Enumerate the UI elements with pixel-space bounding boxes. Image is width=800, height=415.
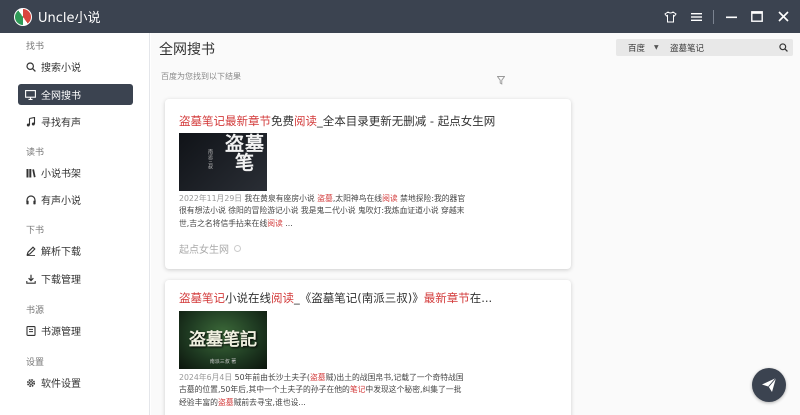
books-icon bbox=[25, 167, 36, 178]
sidebar-item-search-novel[interactable]: 搜索小说 bbox=[18, 56, 133, 77]
menu-icon[interactable] bbox=[683, 0, 709, 33]
result-count-text: 百度为您找到以下结果 bbox=[161, 72, 241, 81]
sidebar-section-find: 找书 bbox=[26, 42, 45, 52]
sidebar-section-source: 书源 bbox=[26, 306, 45, 316]
main-content: 全网搜书 百度 ▼ 盗墓笔记 百度为您找到以下结果 盗墓笔记最新章节免费阅读_全… bbox=[151, 33, 800, 415]
gear-icon bbox=[25, 377, 36, 388]
sidebar-item-source-manager[interactable]: 书源管理 bbox=[18, 320, 133, 341]
sidebar-item-label: 寻找有声 bbox=[41, 118, 81, 129]
sidebar-item-label: 书源管理 bbox=[41, 327, 81, 338]
snippet-highlight: 盗墓 bbox=[217, 397, 234, 407]
cover-title-text: 盗墓笔記 bbox=[189, 330, 257, 350]
snippet-text: ... bbox=[282, 218, 293, 228]
title-text: 在... bbox=[469, 291, 493, 305]
title-highlight: 阅读 bbox=[294, 114, 317, 128]
pen-icon bbox=[25, 245, 36, 256]
result-card[interactable]: 盗墓笔记最新章节免费阅读_全本目录更新无删减 - 起点女生网 盗墓笔 南派三叔 … bbox=[165, 99, 571, 269]
sidebar-item-label: 小说书架 bbox=[41, 169, 81, 180]
title-highlight: 盗墓笔记 bbox=[179, 291, 225, 305]
sidebar-section-download: 下书 bbox=[26, 226, 45, 236]
snippet-highlight: 阅读 bbox=[267, 218, 283, 228]
result-snippet: 2022年11月29日 我在黄泉有座房小说 盗墓,太阳神鸟在线阅读 禁地探险:我… bbox=[179, 193, 469, 230]
minimize-icon[interactable] bbox=[718, 0, 744, 33]
sidebar-item-bookshelf[interactable]: 小说书架 bbox=[18, 162, 133, 183]
result-source: 起点女生网 bbox=[179, 241, 241, 256]
music-note-icon bbox=[25, 116, 36, 127]
sidebar-item-software-settings[interactable]: 软件设置 bbox=[18, 372, 133, 393]
sidebar: 找书 搜索小说 全网搜书 寻找有声 读书 小说书架 有声小说 下书 解析下载 下… bbox=[0, 33, 150, 415]
title-text: 免费 bbox=[271, 114, 294, 128]
headphones-icon bbox=[25, 194, 36, 205]
cover-author-text: 南派三叔 bbox=[207, 149, 213, 169]
snippet-highlight: 盗墓 bbox=[317, 194, 333, 203]
monitor-icon bbox=[25, 89, 36, 100]
snippet-text: 贼前去寻宝,谁也设... bbox=[233, 397, 306, 407]
snippet-text: 50年前由长沙土夫子( bbox=[232, 373, 310, 382]
result-card[interactable]: 盗墓笔记小说在线阅读_《盗墓笔记(南派三叔)》最新章节在... 盗墓笔記 南派三… bbox=[165, 280, 571, 415]
book-source-icon bbox=[25, 325, 36, 336]
title-text: _全本目录更新无删减 - 起点女生网 bbox=[317, 114, 496, 128]
download-icon bbox=[25, 273, 36, 284]
sidebar-item-parse-download[interactable]: 解析下载 bbox=[18, 240, 133, 261]
title-highlight: 最新章节 bbox=[423, 291, 470, 305]
maximize-icon[interactable] bbox=[744, 0, 770, 33]
title-text: 小说在线 bbox=[225, 291, 271, 305]
snippet-highlight: 盗墓 bbox=[309, 373, 326, 382]
snippet-text: 我在黄泉有座房小说 bbox=[242, 194, 318, 203]
app-window: Uncle小说 找书 搜索小说 全网搜书 寻找有声 读书 小说书架 有声小说 下… bbox=[0, 0, 800, 415]
result-snippet: 2024年6月4日 50年前由长沙土夫子(盗墓贼)出土的战国帛书,记载了一个奇特… bbox=[179, 372, 469, 409]
source-badge-icon bbox=[234, 245, 241, 252]
app-logo-icon bbox=[14, 7, 32, 26]
search-engine-value: 百度 bbox=[628, 43, 646, 54]
title-highlight: 盗墓笔记最新章节 bbox=[179, 114, 271, 128]
sidebar-section-settings: 设置 bbox=[26, 358, 45, 368]
result-title-link[interactable]: 盗墓笔记小说在线阅读_《盗墓笔记(南派三叔)》最新章节在... bbox=[179, 290, 492, 306]
search-icon[interactable] bbox=[776, 43, 790, 52]
send-fab-button[interactable] bbox=[752, 368, 786, 402]
sidebar-section-read: 读书 bbox=[26, 148, 45, 158]
book-cover-image: 盗墓笔 南派三叔 bbox=[179, 133, 267, 191]
sidebar-item-label: 下载管理 bbox=[41, 275, 81, 286]
title-highlight: 阅读 bbox=[271, 291, 294, 305]
snippet-highlight: 笔记 bbox=[349, 385, 366, 395]
sidebar-item-label: 全网搜书 bbox=[41, 91, 81, 102]
sidebar-item-label: 软件设置 bbox=[41, 379, 81, 390]
sidebar-item-label: 解析下载 bbox=[41, 247, 81, 258]
cover-title-text: 盗墓笔 bbox=[225, 133, 266, 174]
app-title: Uncle小说 bbox=[38, 11, 101, 26]
source-name: 起点女生网 bbox=[179, 245, 229, 256]
page-title: 全网搜书 bbox=[159, 42, 215, 58]
caret-down-icon: ▼ bbox=[654, 44, 659, 51]
snippet-highlight: 阅读 bbox=[382, 194, 398, 203]
sidebar-item-download-manager[interactable]: 下载管理 bbox=[18, 268, 133, 289]
sidebar-item-web-search[interactable]: 全网搜书 bbox=[18, 84, 133, 105]
result-title-link[interactable]: 盗墓笔记最新章节免费阅读_全本目录更新无删减 - 起点女生网 bbox=[179, 113, 495, 129]
snippet-date: 2022年11月29日 bbox=[179, 194, 243, 203]
sidebar-item-audio-novel[interactable]: 有声小说 bbox=[18, 189, 133, 210]
cover-author-text: 南派三叔 著 bbox=[209, 359, 237, 365]
titlebar-divider bbox=[713, 9, 714, 24]
title-bar: Uncle小说 bbox=[0, 0, 800, 33]
snippet-date: 2024年6月4日 bbox=[179, 373, 233, 382]
filter-icon[interactable] bbox=[496, 70, 506, 89]
title-text: _《盗墓笔记(南派三叔)》 bbox=[294, 291, 424, 305]
search-engine-select[interactable]: 百度 ▼ bbox=[616, 42, 664, 54]
book-cover-image: 盗墓笔記 南派三叔 著 bbox=[179, 311, 267, 369]
snippet-text: ,太阳神鸟在线 bbox=[332, 194, 383, 203]
skin-tshirt-icon[interactable] bbox=[657, 0, 683, 33]
sidebar-item-label: 搜索小说 bbox=[41, 63, 81, 74]
search-input[interactable]: 盗墓笔记 bbox=[670, 42, 776, 54]
sidebar-item-label: 有声小说 bbox=[41, 196, 81, 207]
search-icon bbox=[25, 61, 36, 72]
paper-plane-icon bbox=[761, 377, 777, 393]
close-icon[interactable] bbox=[770, 0, 796, 33]
sidebar-item-find-audio[interactable]: 寻找有声 bbox=[18, 111, 133, 132]
search-bar: 百度 ▼ 盗墓笔记 bbox=[616, 39, 793, 56]
